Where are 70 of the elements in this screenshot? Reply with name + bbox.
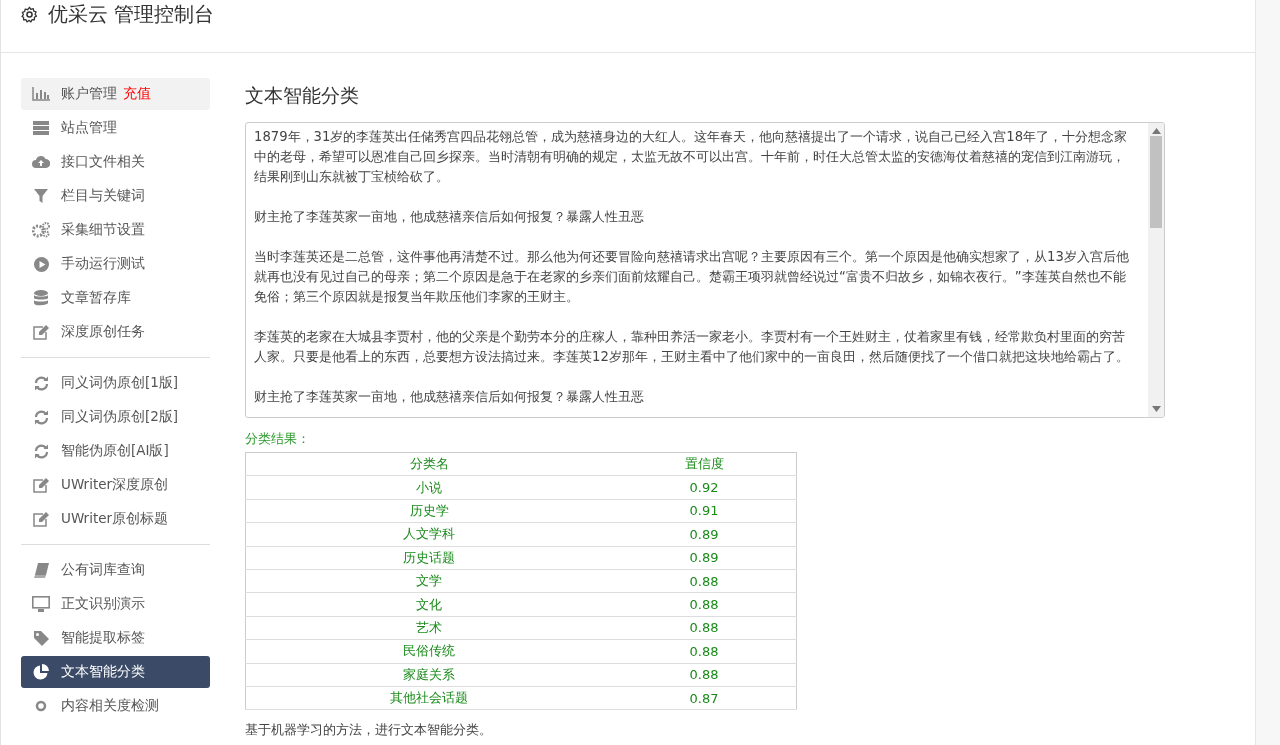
- refresh-icon: [33, 375, 49, 391]
- table-cell: 0.91: [612, 499, 797, 523]
- table-cell: 人文学科: [245, 522, 613, 547]
- table-cell: 文学: [245, 569, 613, 593]
- sidebar-item[interactable]: 文本智能分类: [21, 656, 210, 688]
- table-cell: 家庭关系: [245, 663, 613, 687]
- app-title: 优采云 管理控制台: [48, 0, 215, 28]
- tag-icon: [33, 630, 49, 646]
- sidebar-item[interactable]: UWriter深度原创: [21, 469, 210, 501]
- paragraph: 当时李莲英还是二总管，这件事他再清楚不过。那么他为何还要冒险向慈禧请求出宫呢？主要原因有三个。第一个原因是他确实想家了，从13岁入宫后他就再也没有见过自己的母亲；第二个原因是急于在老家的乡亲们面前炫耀自己。楚霸王项羽就曾经说过“富贵不归故乡，如锦衣夜行。”李莲英自然也不能免俗；第三个原因就是报复当年欺压他们李家的王财主。: [254, 248, 1130, 306]
- result-label: 分类结果：: [245, 430, 311, 448]
- table-cell: 0.88: [612, 592, 797, 617]
- edit-icon: [33, 511, 49, 527]
- sidebar-item[interactable]: 同义词伪原创[1版]: [21, 367, 210, 399]
- sidebar-item[interactable]: 内容相关度检测: [21, 690, 210, 722]
- sidebar-item[interactable]: 文章暂存库: [21, 282, 210, 314]
- server-icon: [33, 121, 49, 135]
- edit-icon: [33, 324, 49, 340]
- sidebar-item[interactable]: 公有词库查询: [21, 554, 210, 586]
- sidebar-item[interactable]: 同义词伪原创[2版]: [21, 401, 210, 433]
- refresh-icon: [33, 409, 49, 425]
- scroll-up-icon[interactable]: [1151, 128, 1161, 134]
- column-header: 置信度: [612, 452, 797, 476]
- scroll-down-icon[interactable]: [1151, 406, 1161, 412]
- play-icon: [33, 256, 49, 272]
- table-cell: 0.88: [612, 663, 797, 687]
- description-text: 基于机器学习的方法，进行文本智能分类。: [245, 721, 493, 740]
- paragraph: 财主抢了李莲英家一亩地，他成慈禧亲信后如何报复？暴露人性丑恶: [254, 208, 645, 226]
- table-cell: 0.89: [612, 522, 797, 547]
- table-cell: 历史话题: [245, 546, 613, 570]
- sidebar-item[interactable]: UWriter原创标题: [21, 503, 210, 535]
- sidebar-item[interactable]: 智能提取标签: [21, 622, 210, 654]
- sidebar-item[interactable]: 账户管理 充值: [21, 78, 210, 110]
- refresh-icon: [33, 443, 49, 459]
- sidebar-item[interactable]: 深度原创任务: [21, 316, 210, 348]
- sidebar-item[interactable]: 手动运行测试: [21, 248, 210, 280]
- table-cell: 历史学: [245, 499, 613, 523]
- monitor-icon: [32, 596, 50, 612]
- table-cell: 0.87: [612, 686, 797, 710]
- table-cell: 0.92: [612, 475, 797, 500]
- text-area[interactable]: [245, 122, 1165, 418]
- sidebar-item[interactable]: 站点管理: [21, 112, 210, 144]
- page-title: 文本智能分类: [245, 83, 360, 108]
- table-cell: 0.89: [612, 546, 797, 570]
- cloud-upload-icon: [32, 155, 50, 169]
- paragraph: 李莲英的老家在大城县李贾村，他的父亲是个勤劳本分的庄稼人，靠种田养活一家老小。李贾村有一个王姓财主，仗着家里有钱，经常欺负村里面的穷苦人家。只要是他看上的东西，总要想方设法搞过来。李莲英12岁那年，王财主看中了他们家中的一亩良田，然后随便找了一个借口就把这块地给霸占了。: [254, 328, 1130, 366]
- table-cell: 艺术: [245, 616, 613, 640]
- column-header: 分类名: [245, 452, 613, 476]
- edit-icon: [33, 477, 49, 493]
- sidebar-item[interactable]: 正文识别演示: [21, 588, 210, 620]
- table-cell: 小说: [245, 475, 613, 500]
- pie-chart-icon: [33, 664, 49, 680]
- sidebar-item[interactable]: 采集细节设置: [21, 214, 210, 246]
- paragraph: 1879年，31岁的李莲英出任储秀宫四品花翎总管，成为慈禧身边的大红人。这年春天，他向慈禧提出了一个请求，说自己已经入宫18年了，十分想念家中的老母，希望可以恩准自己回乡探亲。当时清朝有明确的规定，太监无故不可以出宫。十年前，时任大总管太监的安德海仗着慈禧的宠信到江南游玩，结果刚到山东就被丁宝桢给砍了。: [254, 128, 1129, 186]
- scrollbar-thumb[interactable]: [1150, 136, 1162, 228]
- table-cell: 0.88: [612, 616, 797, 640]
- settings-icon: [21, 5, 38, 23]
- table-cell: 0.88: [612, 639, 797, 663]
- table-cell: 0.88: [612, 569, 797, 593]
- table-cell: 文化: [245, 592, 613, 617]
- table-cell: 民俗传统: [245, 639, 613, 663]
- sidebar-item[interactable]: 接口文件相关: [21, 146, 210, 178]
- paragraph: 财主抢了李莲英家一亩地，他成慈禧亲信后如何报复？暴露人性丑恶: [254, 388, 645, 406]
- book-icon: [33, 562, 49, 578]
- sidebar-item[interactable]: 栏目与关键词: [21, 180, 210, 212]
- sidebar-item[interactable]: 智能伪原创[AI版]: [21, 435, 210, 467]
- table-cell: 其他社会话题: [245, 686, 613, 710]
- database-icon: [34, 290, 48, 306]
- bar-chart-icon: [32, 87, 50, 101]
- filter-icon: [34, 189, 48, 203]
